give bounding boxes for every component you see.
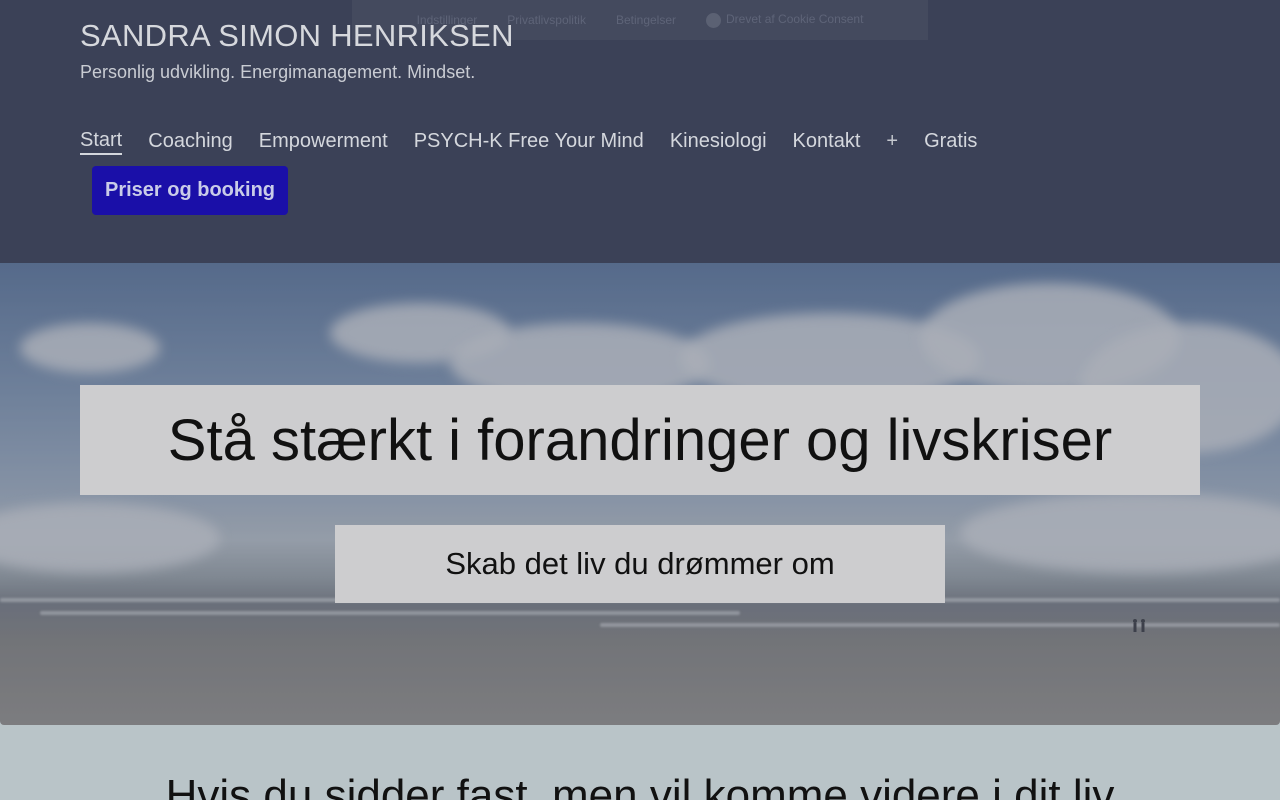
cookie-consent-powered-by[interactable]: Drevet af Cookie Consent bbox=[706, 12, 863, 28]
hero-banner: Stå stærkt i forandringer og livskriser … bbox=[0, 263, 1280, 725]
nav-item-kinesiologi[interactable]: Kinesiologi bbox=[670, 128, 767, 154]
hero-subheading: Skab det liv du drømmer om bbox=[335, 525, 945, 603]
nav-item-kontakt[interactable]: Kontakt bbox=[793, 128, 861, 154]
terms-link[interactable]: Betingelser bbox=[616, 13, 676, 27]
content-heading: Hvis du sidder fast, men vil komme vider… bbox=[165, 771, 1115, 800]
nav-item-empowerment[interactable]: Empowerment bbox=[259, 128, 388, 154]
site-title[interactable]: SANDRA SIMON HENRIKSEN bbox=[80, 18, 514, 54]
site-tagline: Personlig udvikling. Energimanagement. M… bbox=[80, 62, 476, 82]
submenu-expand-icon[interactable]: + bbox=[886, 130, 898, 153]
nav-item-gratis[interactable]: Gratis bbox=[924, 128, 977, 154]
cookie-consent-logo-icon bbox=[706, 12, 722, 28]
hero-heading: Stå stærkt i forandringer og livskriser bbox=[80, 385, 1200, 495]
site-header: Indstillinger Privatlivspolitik Betingel… bbox=[0, 0, 1280, 263]
content-section: Hvis du sidder fast, men vil komme vider… bbox=[0, 725, 1280, 800]
privacy-policy-link[interactable]: Privatlivspolitik bbox=[507, 13, 586, 27]
nav-item-psych-k[interactable]: PSYCH-K Free Your Mind bbox=[414, 128, 644, 154]
nav-item-coaching[interactable]: Coaching bbox=[148, 128, 233, 154]
main-navigation: Start Coaching Empowerment PSYCH-K Free … bbox=[80, 127, 1003, 155]
booking-button[interactable]: Priser og booking bbox=[92, 166, 288, 215]
nav-item-start[interactable]: Start bbox=[80, 127, 123, 155]
